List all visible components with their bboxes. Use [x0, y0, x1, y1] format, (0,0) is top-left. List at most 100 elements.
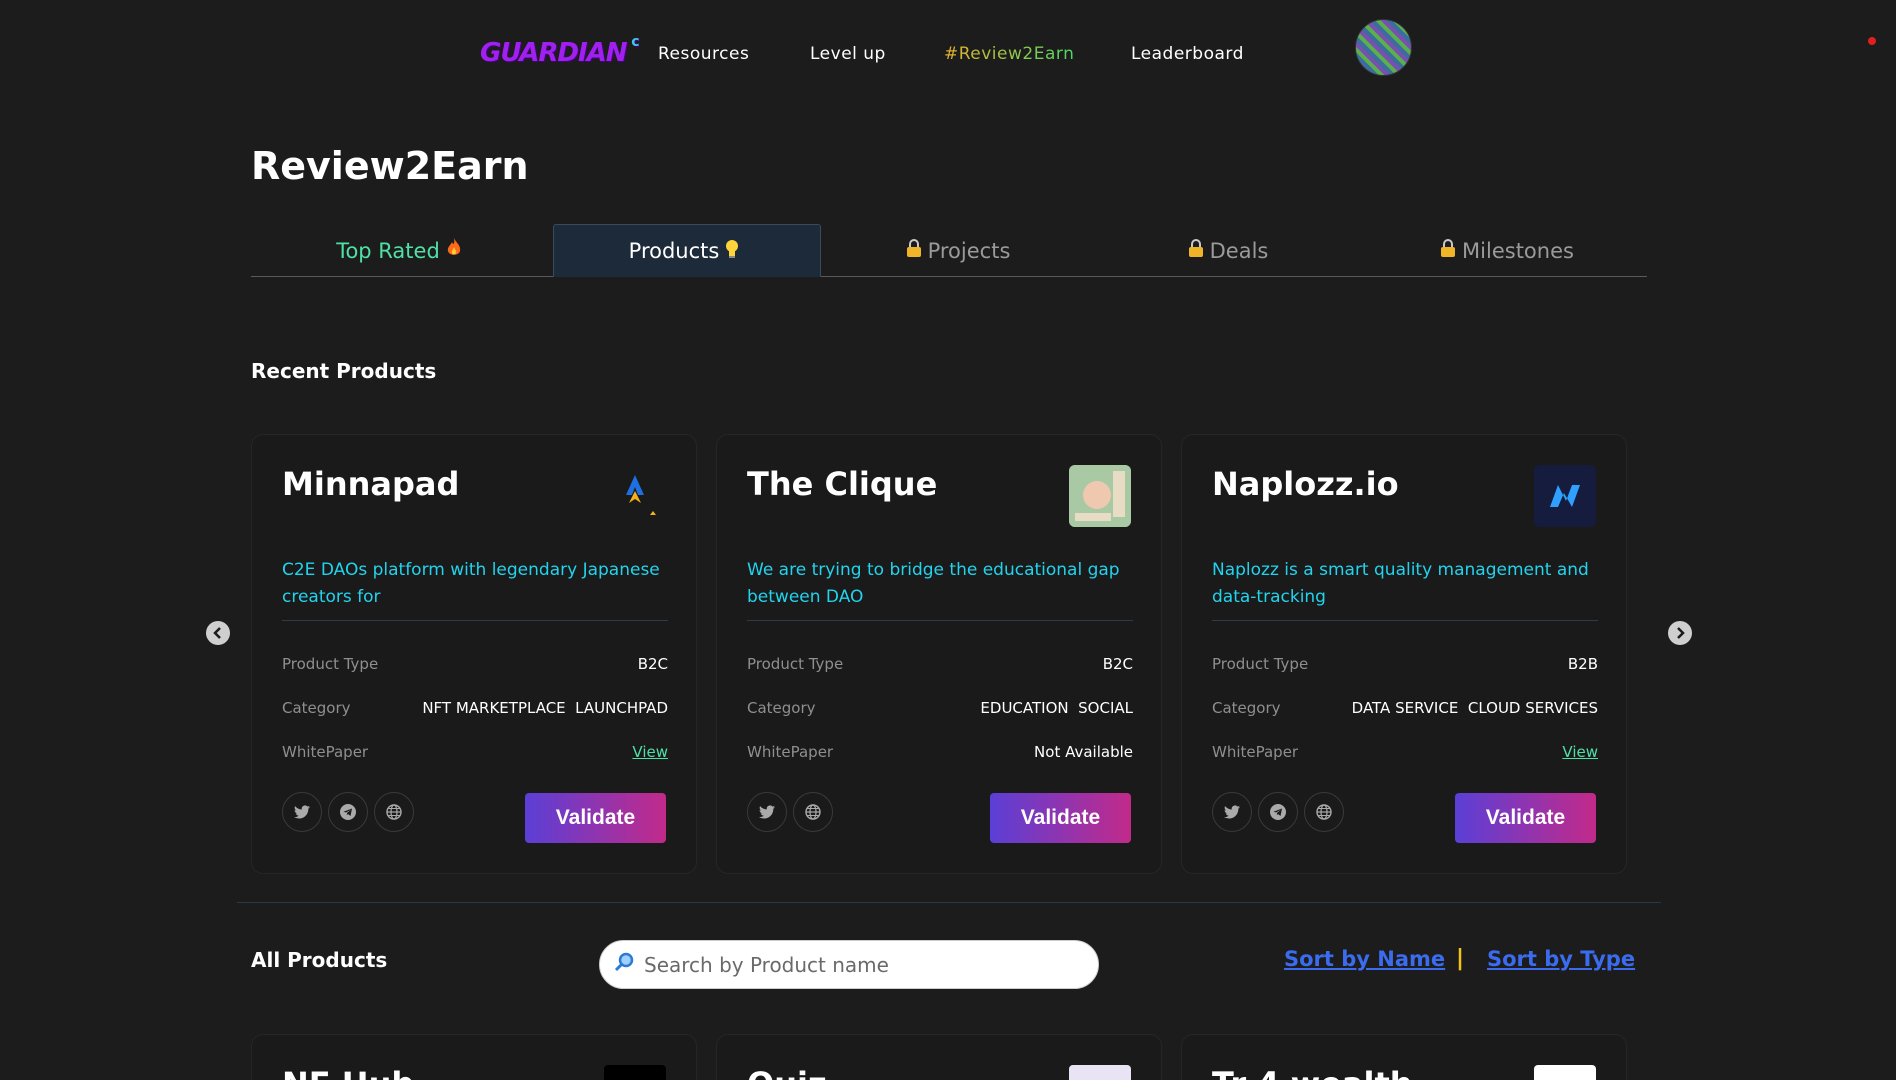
product-card[interactable]: NF Hub: [251, 1034, 697, 1080]
product-name: Minnapad: [282, 465, 460, 503]
tab-projects[interactable]: Projects: [821, 224, 1089, 277]
whitepaper-row: WhitePaper View: [1212, 741, 1598, 763]
section-divider: [237, 902, 1661, 903]
sort-by-type-link[interactable]: Sort by Type: [1487, 947, 1635, 971]
lock-icon: [1188, 239, 1204, 262]
product-name: Tr 4 wealth: [1212, 1065, 1413, 1080]
carousel-next-button[interactable]: [1668, 621, 1692, 645]
twitter-icon[interactable]: [1212, 792, 1252, 832]
product-name: The Clique: [747, 465, 938, 503]
product-logo: [1069, 1065, 1131, 1080]
product-card[interactable]: The Clique We are trying to bridge the e…: [716, 434, 1162, 874]
category-label: Category: [1212, 699, 1281, 717]
lock-icon: [1440, 239, 1456, 262]
product-logo: [1069, 465, 1131, 527]
product-description: C2E DAOs platform with legendary Japanes…: [282, 560, 660, 607]
whitepaper-row: WhitePaper View: [282, 741, 668, 763]
product-type-value: B2C: [1102, 655, 1133, 673]
whitepaper-value: Not Available: [1034, 743, 1133, 761]
category-value: DATA SERVICE CLOUD SERVICES: [1351, 699, 1598, 717]
guardian-logo[interactable]: GUARDIAN c: [480, 34, 640, 72]
category-row: Category DATA SERVICE CLOUD SERVICES: [1212, 697, 1598, 719]
product-type-label: Product Type: [747, 655, 844, 673]
whitepaper-row: WhitePaper Not Available: [747, 741, 1133, 763]
sort-separator: |: [1456, 946, 1465, 971]
validate-button[interactable]: Validate: [525, 793, 666, 843]
whitepaper-view-link[interactable]: View: [1562, 743, 1598, 761]
tab-label: Milestones: [1462, 238, 1574, 263]
top-nav-bar: GUARDIAN c Resources Level up #Review2Ea…: [0, 0, 1896, 110]
product-logo: [604, 465, 666, 527]
social-links: [282, 792, 414, 832]
user-avatar[interactable]: [1355, 19, 1412, 76]
search-input[interactable]: [644, 952, 1064, 977]
chevron-right-icon: [1677, 627, 1685, 639]
tab-label: Projects: [927, 238, 1011, 263]
product-type-label: Product Type: [282, 655, 379, 673]
tab-label: Deals: [1209, 238, 1269, 263]
category-row: Category EDUCATION SOCIAL: [747, 697, 1133, 719]
globe-icon[interactable]: [374, 792, 414, 832]
social-links: [1212, 792, 1344, 832]
tab-bar: Top Rated Products Projects Deals Milest…: [251, 224, 1647, 277]
search-icon: [614, 952, 634, 977]
whitepaper-label: WhitePaper: [1212, 743, 1299, 761]
product-type-value: B2B: [1567, 655, 1598, 673]
category-value: EDUCATION SOCIAL: [980, 699, 1133, 717]
tab-deals[interactable]: Deals: [1089, 224, 1361, 277]
flame-icon: [446, 238, 462, 263]
validate-button[interactable]: Validate: [990, 793, 1131, 843]
nav-leaderboard[interactable]: Leaderboard: [1131, 44, 1244, 64]
product-type-row: Product Type B2C: [282, 653, 668, 675]
telegram-icon[interactable]: [328, 792, 368, 832]
page-title: Review2Earn: [251, 144, 529, 188]
carousel-prev-button[interactable]: [206, 621, 230, 645]
tab-products[interactable]: Products: [553, 224, 821, 277]
tab-milestones[interactable]: Milestones: [1361, 224, 1647, 277]
product-search: [599, 940, 1099, 989]
nav-resources[interactable]: Resources: [658, 44, 749, 64]
category-label: Category: [747, 699, 816, 717]
product-logo: [604, 1065, 666, 1080]
whitepaper-label: WhitePaper: [747, 743, 834, 761]
tab-top-rated[interactable]: Top Rated: [251, 224, 553, 277]
logo-text: GUARDIAN: [480, 38, 628, 68]
card-divider: [747, 620, 1133, 621]
recent-products-heading: Recent Products: [251, 359, 437, 383]
product-name: Quiz: [747, 1065, 827, 1080]
category-row: Category NFT MARKETPLACE LAUNCHPAD: [282, 697, 668, 719]
lightbulb-icon: [725, 239, 739, 264]
product-type-row: Product Type B2B: [1212, 653, 1598, 675]
product-card[interactable]: Tr 4 wealth: [1181, 1034, 1627, 1080]
tab-label: Top Rated: [336, 238, 440, 263]
product-description: Naplozz is a smart quality management an…: [1212, 560, 1589, 607]
social-links: [747, 792, 833, 832]
product-type-label: Product Type: [1212, 655, 1309, 673]
globe-icon[interactable]: [793, 792, 833, 832]
product-logo: [1534, 1065, 1596, 1080]
product-logo: [1534, 465, 1596, 527]
twitter-icon[interactable]: [282, 792, 322, 832]
logo-mark-icon: c: [631, 34, 639, 50]
product-card[interactable]: Quiz: [716, 1034, 1162, 1080]
twitter-icon[interactable]: [747, 792, 787, 832]
globe-icon[interactable]: [1304, 792, 1344, 832]
nav-review2earn[interactable]: #Review2Earn: [944, 44, 1074, 64]
product-card[interactable]: Naplozz.io Naplozz is a smart quality ma…: [1181, 434, 1627, 874]
lock-icon: [906, 239, 922, 262]
product-type-row: Product Type B2C: [747, 653, 1133, 675]
card-divider: [1212, 620, 1598, 621]
validate-button[interactable]: Validate: [1455, 793, 1596, 843]
whitepaper-view-link[interactable]: View: [632, 743, 668, 761]
whitepaper-label: WhitePaper: [282, 743, 369, 761]
nav-level-up[interactable]: Level up: [810, 44, 886, 64]
product-card[interactable]: Minnapad C2E DAOs platform with legendar…: [251, 434, 697, 874]
product-name: NF Hub: [282, 1065, 414, 1080]
product-name: Naplozz.io: [1212, 465, 1399, 503]
sort-by-name-link[interactable]: Sort by Name: [1284, 947, 1445, 971]
card-divider: [282, 620, 668, 621]
all-products-heading: All Products: [251, 948, 388, 972]
telegram-icon[interactable]: [1258, 792, 1298, 832]
category-value: NFT MARKETPLACE LAUNCHPAD: [422, 699, 668, 717]
product-type-value: B2C: [637, 655, 668, 673]
